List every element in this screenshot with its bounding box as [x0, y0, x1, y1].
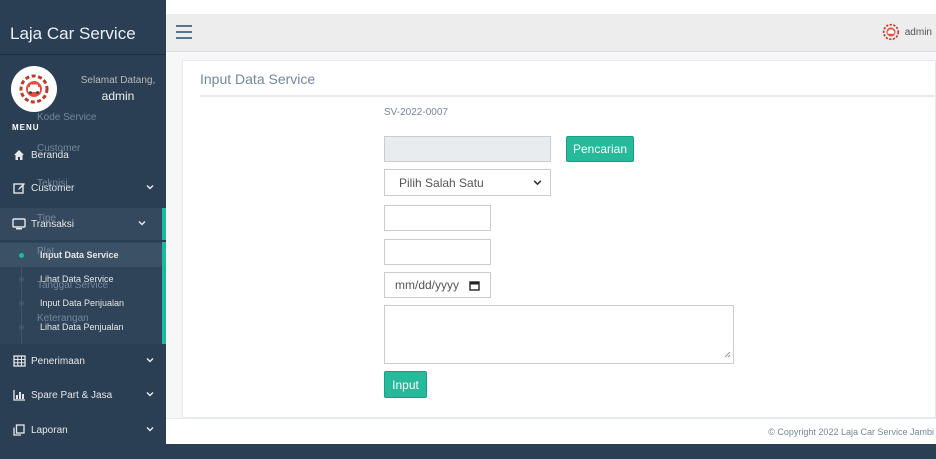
- profile-name: admin: [101, 89, 135, 103]
- tipe-label: Tipe: [37, 213, 57, 224]
- teknisi-select[interactable]: Pilih Salah Satu: [384, 169, 551, 196]
- chevron-down-icon: [146, 425, 154, 436]
- keterangan-label: Keterangan: [37, 313, 89, 324]
- bullet-icon: [19, 277, 24, 282]
- bullet-icon: [19, 253, 24, 258]
- car-service-logo-icon: [19, 74, 49, 104]
- sidebar-item-label: Spare Part & Jasa: [31, 389, 113, 401]
- sidebar-item-customer[interactable]: Customer: [0, 172, 166, 204]
- tanggal-service-label: Tanggal Service: [37, 280, 109, 291]
- form-panel: Input Data Service: [182, 60, 936, 418]
- search-button[interactable]: Pencarian: [566, 136, 634, 162]
- app-title[interactable]: Laja Car Service: [0, 14, 166, 54]
- submenu-item-label: Input Data Penjualan: [40, 298, 125, 308]
- title-divider: [200, 95, 936, 97]
- desktop-icon: [12, 217, 26, 231]
- teknisi-label: Teknisi: [37, 178, 68, 189]
- chevron-down-icon: [533, 176, 542, 190]
- calendar-icon[interactable]: [469, 280, 480, 291]
- table-icon: [12, 354, 26, 368]
- bullet-icon: [19, 301, 24, 306]
- transaksi-submenu: Input Data Service Lihat Data Service In…: [0, 242, 166, 344]
- edit-icon: [12, 181, 26, 195]
- customer-field[interactable]: [384, 136, 551, 162]
- chevron-down-icon: [138, 219, 146, 230]
- submenu-item-input-data-penjualan[interactable]: Input Data Penjualan: [0, 291, 162, 315]
- copyright-text: © Copyright 2022 Laja Car Service Jambi: [768, 427, 934, 437]
- welcome-text: Selamat Datang,: [80, 75, 156, 86]
- input-submit-button[interactable]: Input: [384, 371, 427, 398]
- profile-avatar: [11, 66, 57, 112]
- brand-divider: [0, 54, 166, 55]
- submenu-item-input-data-service[interactable]: Input Data Service: [0, 243, 162, 267]
- keterangan-textarea[interactable]: [384, 305, 734, 364]
- plat-field[interactable]: [384, 239, 491, 265]
- user-menu[interactable]: admin: [882, 23, 932, 41]
- tanggal-service-date-input[interactable]: mm/dd/yyyy: [384, 272, 491, 298]
- date-placeholder: mm/dd/yyyy: [395, 278, 460, 292]
- user-avatar-icon: [882, 23, 900, 41]
- copy-icon: [12, 423, 26, 437]
- sidebar-item-label: Penerimaan: [31, 355, 85, 367]
- chevron-down-icon: [146, 356, 154, 367]
- bar-chart-icon: [12, 388, 26, 402]
- sidebar-item-spare-part-jasa[interactable]: Spare Part & Jasa: [0, 379, 166, 411]
- chevron-down-icon: [146, 390, 154, 401]
- top-navbar: admin: [166, 14, 936, 52]
- plat-label: Plat: [37, 246, 55, 257]
- customer-label: Customer: [37, 143, 81, 154]
- bottom-bar: [166, 444, 936, 459]
- kode-service-value: SV-2022-0007: [384, 107, 448, 118]
- bullet-icon: [19, 325, 24, 330]
- sidebar-item-penerimaan[interactable]: Penerimaan: [0, 345, 166, 377]
- kode-service-label: Kode Service: [37, 112, 97, 123]
- sidebar-item-label: Laporan: [31, 424, 68, 436]
- menu-heading: MENU: [12, 123, 40, 132]
- sidebar-item-laporan[interactable]: Laporan: [0, 414, 166, 446]
- menu-toggle-icon[interactable]: [176, 25, 192, 39]
- chevron-down-icon: [146, 183, 154, 194]
- sidebar: Laja Car Service Selamat Datang, admin M…: [0, 0, 166, 459]
- sidebar-item-transaksi[interactable]: Transaksi: [0, 208, 166, 240]
- footer: © Copyright 2022 Laja Car Service Jambi: [166, 418, 936, 444]
- teknisi-selected-value: Pilih Salah Satu: [399, 175, 484, 190]
- page-title: Input Data Service: [200, 71, 316, 87]
- user-name: admin: [904, 26, 932, 38]
- tipe-field[interactable]: [384, 205, 491, 231]
- resize-handle-icon[interactable]: [724, 347, 731, 361]
- sidebar-item-beranda[interactable]: Beranda: [0, 139, 166, 171]
- home-icon: [12, 148, 26, 162]
